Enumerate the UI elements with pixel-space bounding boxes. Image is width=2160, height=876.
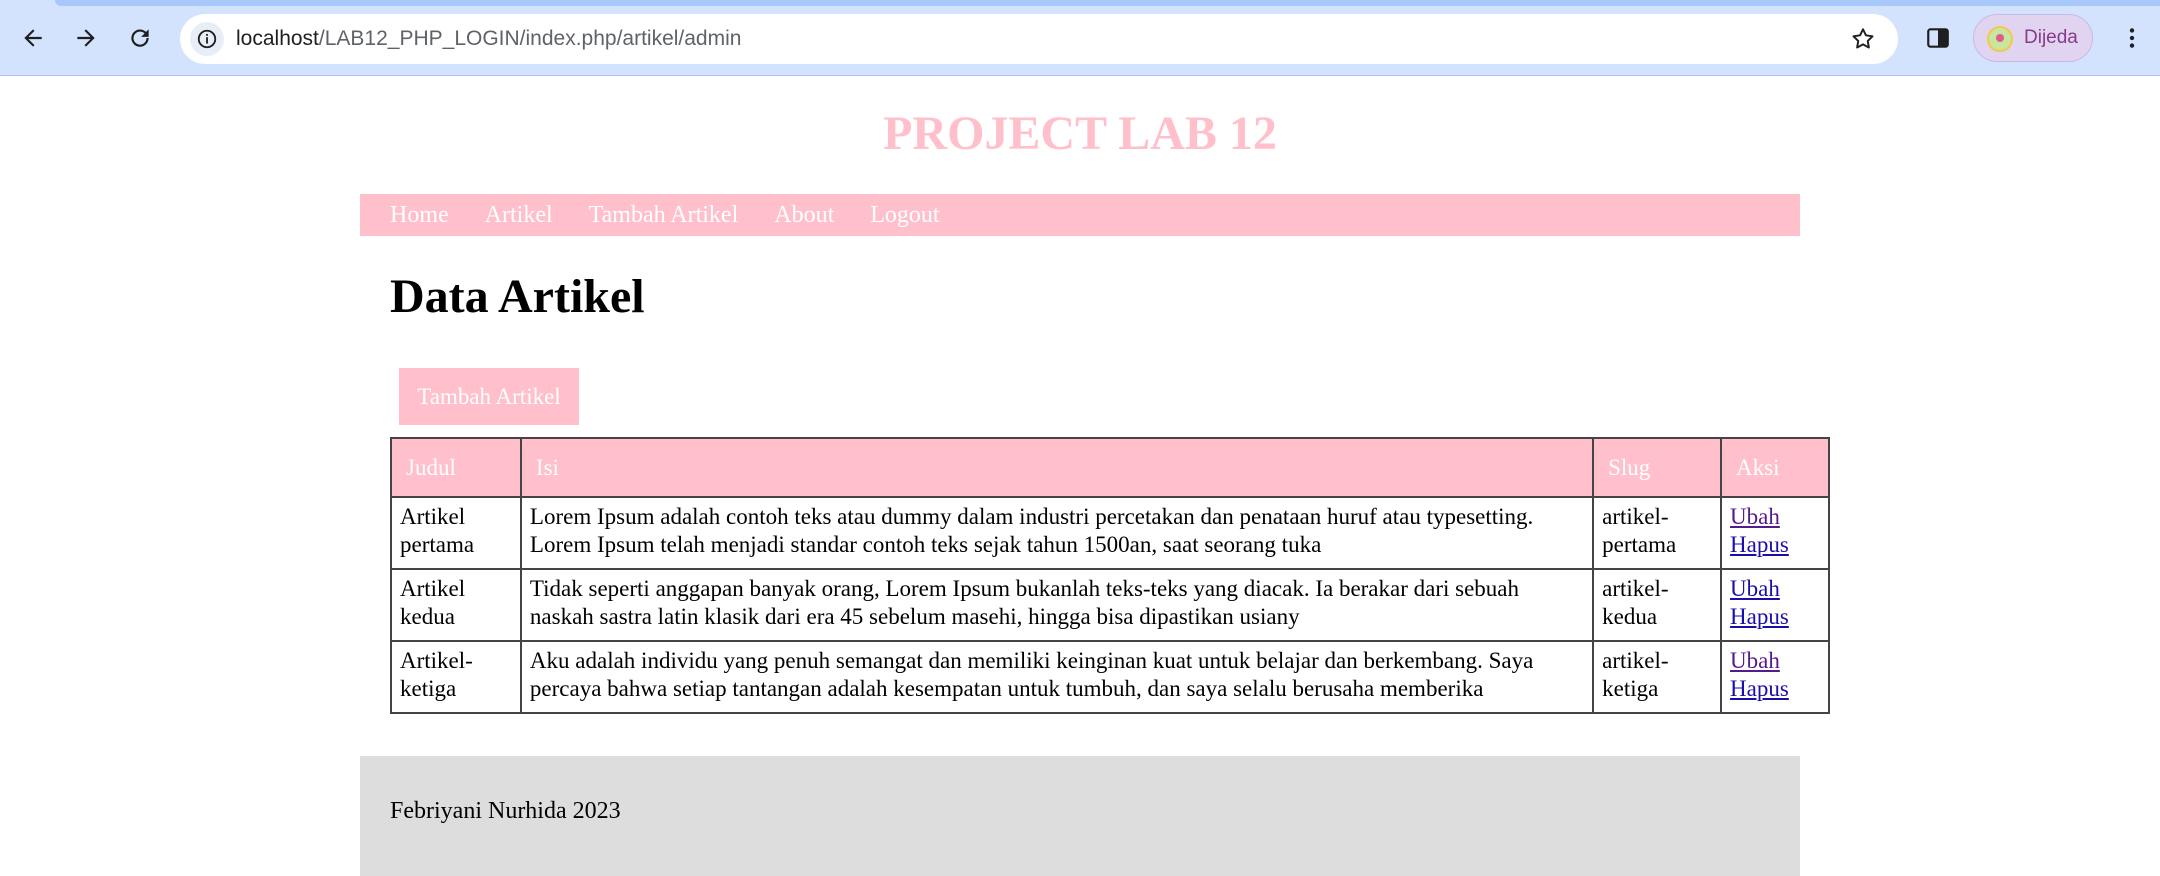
cell-isi: Lorem Ipsum adalah contoh teks atau dumm… — [519, 496, 1595, 570]
cell-aksi: Ubah Hapus — [1720, 640, 1830, 714]
reload-icon[interactable] — [120, 18, 160, 58]
delete-link[interactable]: Hapus — [1730, 675, 1820, 703]
browser-toolbar: localhost/LAB12_PHP_LOGIN/index.php/arti… — [0, 0, 2160, 76]
profile-button[interactable]: Dijeda — [1973, 14, 2093, 62]
cell-judul: Artikel kedua — [390, 568, 522, 642]
page-title: Data Artikel — [390, 270, 645, 323]
address-bar[interactable]: localhost/LAB12_PHP_LOGIN/index.php/arti… — [180, 14, 1898, 64]
nav-logout[interactable]: Logout — [870, 194, 939, 236]
tab-strip-edge — [55, 0, 2160, 6]
url-path: /LAB12_PHP_LOGIN/index.php/artikel/admin — [318, 27, 742, 50]
articles-table: Judul Isi Slug Aksi Artikel pertama Lore… — [390, 437, 1830, 714]
avatar — [1987, 26, 2013, 52]
nav-tambah-artikel[interactable]: Tambah Artikel — [589, 194, 739, 236]
nav-home[interactable]: Home — [390, 194, 449, 236]
nav-artikel[interactable]: Artikel — [485, 194, 553, 236]
column-header-aksi: Aksi — [1720, 437, 1830, 498]
cell-aksi: Ubah Hapus — [1720, 568, 1830, 642]
cell-isi: Tidak seperti anggapan banyak orang, Lor… — [519, 568, 1595, 642]
profile-label: Dijeda — [2024, 27, 2078, 48]
table-row: Artikel kedua Tidak seperti anggapan ban… — [390, 568, 1830, 642]
side-panel-icon[interactable] — [1920, 20, 1956, 56]
table-header-row: Judul Isi Slug Aksi — [390, 437, 1830, 498]
url-host: localhost — [236, 27, 319, 50]
url-text: localhost/LAB12_PHP_LOGIN/index.php/arti… — [236, 26, 741, 52]
bookmark-star-icon[interactable] — [1848, 24, 1878, 54]
column-header-judul: Judul — [390, 437, 522, 498]
edit-link[interactable]: Ubah — [1730, 575, 1820, 603]
footer: Febriyani Nurhida 2023 — [360, 756, 1800, 876]
nav-about[interactable]: About — [774, 194, 834, 236]
cell-slug: artikel-ketiga — [1592, 640, 1723, 714]
add-article-button[interactable]: Tambah Artikel — [399, 368, 579, 425]
column-header-slug: Slug — [1592, 437, 1723, 498]
delete-link[interactable]: Hapus — [1730, 531, 1820, 559]
cell-judul: Artikel pertama — [390, 496, 522, 570]
delete-link[interactable]: Hapus — [1730, 603, 1820, 631]
site-info-icon[interactable] — [190, 22, 224, 56]
more-menu-icon[interactable] — [2114, 20, 2150, 56]
footer-credit: Febriyani Nurhida 2023 — [390, 798, 621, 824]
cell-slug: artikel-kedua — [1592, 568, 1723, 642]
back-icon[interactable] — [13, 18, 53, 58]
main-nav: Home Artikel Tambah Artikel About Logout — [360, 194, 1800, 236]
cell-judul: Artikel-ketiga — [390, 640, 522, 714]
edit-link[interactable]: Ubah — [1730, 503, 1820, 531]
cell-isi: Aku adalah individu yang penuh semangat … — [519, 640, 1595, 714]
edit-link[interactable]: Ubah — [1730, 647, 1820, 675]
cell-aksi: Ubah Hapus — [1720, 496, 1830, 570]
forward-icon[interactable] — [66, 18, 106, 58]
column-header-isi: Isi — [519, 437, 1595, 498]
table-row: Artikel pertama Lorem Ipsum adalah conto… — [390, 496, 1830, 570]
site-title: PROJECT LAB 12 — [883, 107, 1277, 160]
table-row: Artikel-ketiga Aku adalah individu yang … — [390, 640, 1830, 714]
cell-slug: artikel-pertama — [1592, 496, 1723, 570]
